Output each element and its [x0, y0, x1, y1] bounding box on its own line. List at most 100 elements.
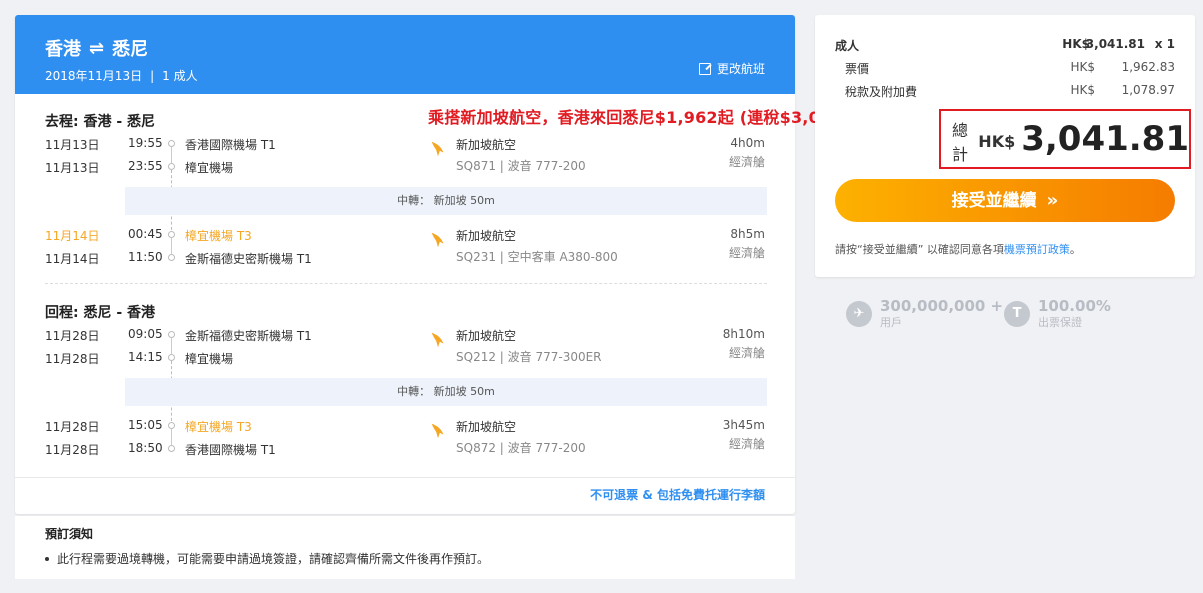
change-flight-link[interactable]: 更改航班: [698, 60, 765, 77]
stat-users: ✈ 300,000,000 + 用戶: [846, 296, 1003, 332]
stat-guarantee: T 100.00% 出票保證: [1004, 296, 1111, 332]
singapore-airlines-logo-icon: [431, 332, 444, 348]
airline-name: 新加坡航空: [456, 420, 517, 434]
adult-label: 成人: [835, 39, 860, 53]
arr-time: 14:15: [128, 350, 163, 364]
total-price: 3,041.81: [1021, 119, 1189, 159]
promo-banner: 乘搭新加坡航空，香港來回悉尼$1,962起 (連稅$3,041起): [428, 108, 867, 127]
ticket-guarantee-icon: T: [1004, 301, 1030, 327]
tax-row: 稅款及附加費 HK$ 1,078.97: [835, 83, 1175, 103]
adult-quantity: x 1: [1154, 37, 1175, 51]
leg-divider: [45, 283, 767, 284]
return-title-text: 回程: 悉尼 - 香港: [45, 305, 156, 321]
route-header: 香港 ⇌ 悉尼 2018年11月13日 | 1 成人 更改航班: [15, 15, 795, 94]
outbound-seg2-departure: 11月14日 00:45 樟宜機場 T3: [45, 227, 767, 249]
itinerary-card: 香港 ⇌ 悉尼 2018年11月13日 | 1 成人 更改航班 去程: 香港 - 悉…: [15, 15, 795, 514]
outbound-seg2-arrival: 11月14日 11:50 金斯福德史密斯機場 T1: [45, 250, 767, 272]
timeline-line: [171, 338, 172, 354]
stat-guarantee-label: 出票保證: [1038, 316, 1082, 329]
dep-airport: 金斯福德史密斯機場 T1: [185, 329, 312, 343]
flight-info: SQ871 | 波音 777-200: [456, 159, 586, 173]
airline-name: 新加坡航空: [456, 329, 517, 343]
notes-title: 預訂須知: [45, 527, 94, 541]
total-price-box: 總計 HK$ 3,041.81: [939, 109, 1191, 169]
terms-prefix: 請按“接受並繼續” 以確認同意各項: [835, 243, 1004, 256]
fare-label: 票價: [845, 62, 870, 76]
flight-info: SQ872 | 波音 777-200: [456, 441, 586, 455]
flight-info: SQ231 | 空中客車 A380-800: [456, 250, 618, 264]
timeline-dot: [168, 254, 175, 261]
stat-users-label: 用戶: [880, 316, 902, 329]
timeline-dot: [168, 445, 175, 452]
double-chevron-right-icon: »: [1046, 190, 1059, 211]
origin-city: 香港: [45, 39, 81, 60]
swap-icon: ⇌: [89, 37, 105, 59]
arr-airport: 香港國際機場 T1: [185, 443, 276, 457]
timeline-line: [171, 147, 172, 163]
flight-duration: 8h5m: [730, 227, 765, 241]
arr-time: 11:50: [128, 250, 163, 264]
flight-duration: 3h45m: [722, 418, 765, 432]
adult-price-row: 成人 HK$ 3,041.81 x 1: [835, 37, 1175, 57]
transfer-info: 中轉： 新加坡 50m: [125, 187, 767, 215]
fare-rules-link[interactable]: 不可退票 & 包括免費托運行李額: [590, 486, 765, 503]
dep-time: 19:55: [128, 136, 163, 150]
accept-continue-button[interactable]: 接受並繼續 »: [835, 179, 1175, 222]
flight-info: SQ212 | 波音 777-300ER: [456, 350, 602, 364]
total-label: 總計: [952, 121, 969, 164]
flight-duration: 4h0m: [730, 136, 765, 150]
dep-time: 09:05: [128, 327, 163, 341]
terms-suffix: 。: [1069, 243, 1081, 256]
return-seg1-departure: 11月28日 09:05 金斯福德史密斯機場 T1: [45, 327, 767, 349]
fare-value: 1,962.83: [1121, 60, 1175, 74]
return-seg2-departure: 11月28日 15:05 樟宜機場 T3: [45, 418, 767, 440]
price-summary-card: 成人 HK$ 3,041.81 x 1 票價 HK$ 1,962.83 稅款及附…: [815, 15, 1195, 277]
return-seg2-arrival: 11月28日 18:50 香港國際機場 T1: [45, 441, 767, 463]
currency: HK$: [1070, 83, 1095, 97]
flight-duration: 8h10m: [722, 327, 765, 341]
dep-airport: 香港國際機場 T1: [185, 138, 276, 152]
dep-airport: 樟宜機場 T3: [185, 229, 252, 243]
timeline-dot: [168, 163, 175, 170]
travel-date: 2018年11月13日: [45, 69, 143, 83]
total-currency: HK$: [978, 131, 1016, 151]
currency: HK$: [1070, 60, 1095, 74]
arr-date: 11月28日: [45, 443, 100, 457]
booking-notes: 預訂須知 此行程需要過境轉機，可能需要申請過境簽證，請確認齊備所需文件後再作預訂…: [15, 516, 795, 579]
cabin-class: 經濟艙: [728, 246, 765, 260]
singapore-airlines-logo-icon: [431, 232, 444, 248]
arr-time: 23:55: [128, 159, 163, 173]
timeline-dot: [168, 422, 175, 429]
separator: |: [150, 69, 155, 83]
arr-date: 11月13日: [45, 161, 100, 175]
dep-airport: 樟宜機場 T3: [185, 420, 252, 434]
outbound-seg1-arrival: 11月13日 23:55 樟宜機場: [45, 159, 767, 181]
route-title: 香港 ⇌ 悉尼: [45, 35, 765, 61]
booking-policy-link[interactable]: 機票預訂政策: [1004, 243, 1070, 256]
timeline-line: [171, 429, 172, 445]
fare-row: 票價 HK$ 1,962.83: [835, 60, 1175, 80]
timeline-dot: [168, 331, 175, 338]
timeline-dot: [168, 354, 175, 361]
cabin-class: 經濟艙: [728, 155, 765, 169]
edit-icon: [698, 62, 711, 75]
timeline-dot: [168, 231, 175, 238]
adult-price: 3,041.81: [1085, 37, 1145, 51]
dep-date: 11月14日: [45, 229, 100, 243]
arr-time: 18:50: [128, 441, 163, 455]
dep-date: 11月28日: [45, 420, 100, 434]
timeline-dot: [168, 140, 175, 147]
singapore-airlines-logo-icon: [431, 141, 444, 157]
route-subtitle: 2018年11月13日 | 1 成人: [45, 67, 765, 84]
timeline-line: [171, 238, 172, 254]
dep-date: 11月13日: [45, 138, 100, 152]
arr-airport: 樟宜機場: [185, 161, 234, 175]
dep-time: 15:05: [128, 418, 163, 432]
airline-name: 新加坡航空: [456, 229, 517, 243]
stat-users-number: 300,000,000 +: [880, 297, 1004, 315]
passenger-count: 1 成人: [162, 69, 198, 83]
return-seg1-arrival: 11月28日 14:15 樟宜機場: [45, 350, 767, 372]
arr-airport: 金斯福德史密斯機場 T1: [185, 252, 312, 266]
return-title: 回程: 悉尼 - 香港: [45, 302, 767, 322]
tax-value: 1,078.97: [1121, 83, 1175, 97]
